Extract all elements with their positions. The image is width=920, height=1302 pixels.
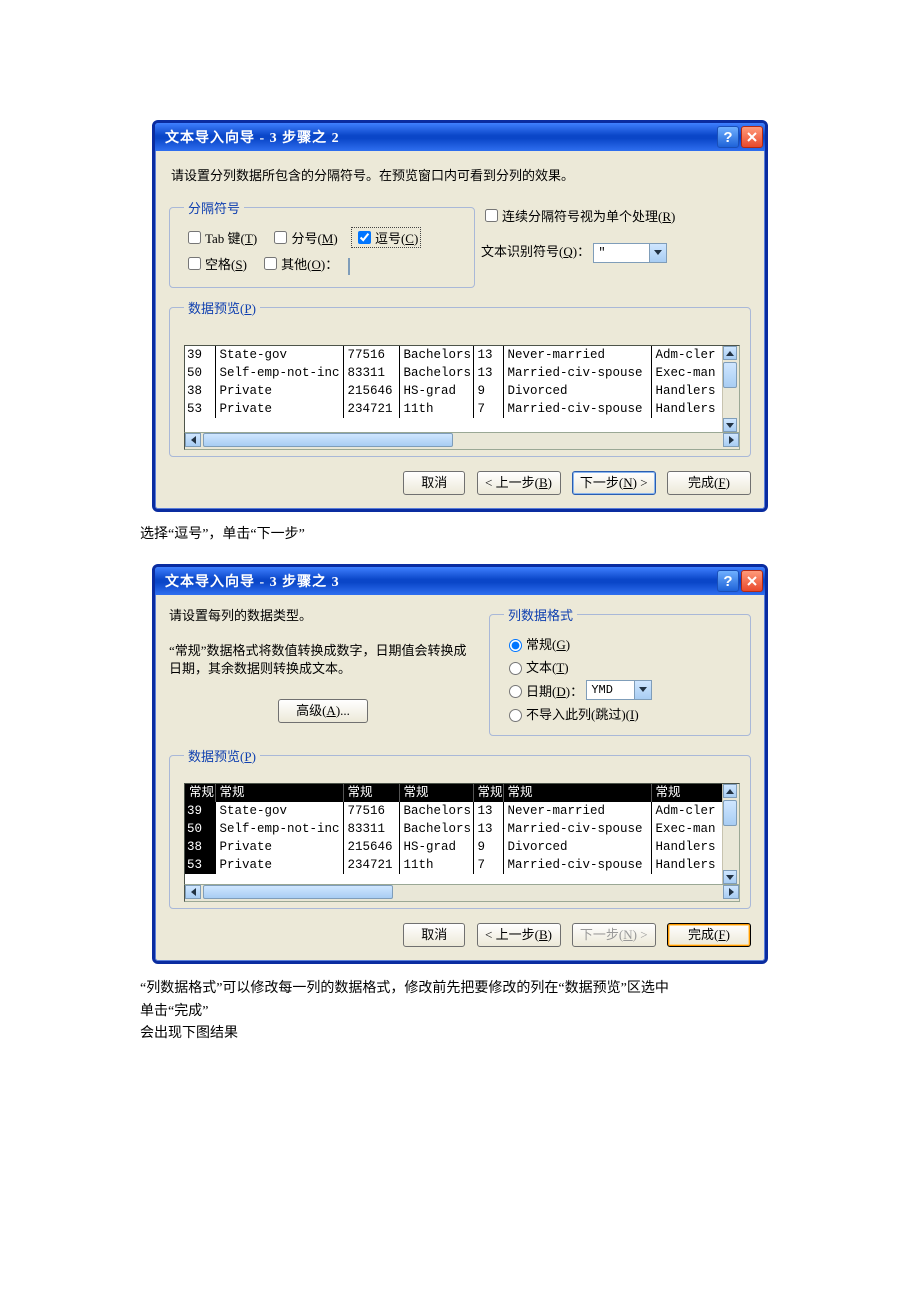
format-note: “常规”数据格式将数值转换成数字，日期值会转换成日期，其余数据则转换成文本。 xyxy=(169,642,469,677)
cancel-button[interactable]: 取消 xyxy=(403,923,465,947)
comma-checkbox[interactable]: 逗号(C) xyxy=(351,227,421,248)
scroll-thumb[interactable] xyxy=(723,362,737,388)
document-page: 文本导入向导 - 3 步骤之 2 ? 请设置分列数据所包含的分隔符号。在预览窗口… xyxy=(0,0,920,1302)
close-button[interactable] xyxy=(741,126,763,148)
skip-radio-input[interactable] xyxy=(509,709,522,722)
data-preview-step3[interactable]: 常规 常规 常规 常规 常规 常规 常规 39State-gov xyxy=(184,783,740,885)
finish-button[interactable]: 完成(F) xyxy=(667,923,751,947)
delimiters-group: 分隔符号 Tab 键(T) 分号(M) 逗号(C) xyxy=(169,198,475,288)
preview-group-step3: 数据预览(P) 常规 常规 常规 xyxy=(169,746,751,909)
column-format-legend: 列数据格式 xyxy=(504,605,577,624)
footer-caption: “列数据格式”可以修改每一列的数据格式，修改前先把要修改的列在“数据预览”区选中… xyxy=(140,978,780,1045)
scroll-thumb[interactable] xyxy=(723,800,737,826)
vertical-scrollbar[interactable] xyxy=(722,784,739,884)
title-text-step3: 文本导入向导 - 3 步骤之 3 xyxy=(165,571,715,591)
horizontal-scrollbar[interactable] xyxy=(184,433,740,450)
titlebar-step3: 文本导入向导 - 3 步骤之 3 ? xyxy=(155,567,765,595)
horizontal-scrollbar[interactable] xyxy=(184,885,740,902)
treat-consecutive-checkbox[interactable]: 连续分隔符号视为单个处理(R) xyxy=(481,206,675,225)
other-delim-input[interactable] xyxy=(348,258,350,275)
instruction-text: 请设置每列的数据类型。 xyxy=(169,605,469,624)
general-radio[interactable]: 常规(G) xyxy=(504,634,740,653)
table-row: 50Self-emp-not-inc 83311Bachelors 13Marr… xyxy=(185,364,739,382)
scroll-right-icon[interactable] xyxy=(723,885,739,899)
text-qualifier-row: 文本识别符号(Q)： " xyxy=(481,241,751,263)
wizard-step2-dialog: 文本导入向导 - 3 步骤之 2 ? 请设置分列数据所包含的分隔符号。在预览窗口… xyxy=(152,120,768,512)
preview-group-step2: 数据预览(P) 39State-gov 77516Bachelors xyxy=(169,298,751,457)
other-check-input[interactable] xyxy=(264,257,277,270)
button-row-step3: 取消 < 上一步(B) 下一步(N) > 完成(F) xyxy=(169,923,751,947)
date-format-combo[interactable]: YMD xyxy=(586,680,652,700)
scroll-up-icon[interactable] xyxy=(723,346,737,360)
general-radio-input[interactable] xyxy=(509,639,522,652)
preview-legend: 数据预览(P) xyxy=(184,746,260,765)
table-row: 39State-gov 77516Bachelors 13Never-marri… xyxy=(185,346,739,364)
scroll-thumb-h[interactable] xyxy=(203,885,393,899)
instruction-text: 请设置分列数据所包含的分隔符号。在预览窗口内可看到分列的效果。 xyxy=(171,165,749,184)
treat-consec-input[interactable] xyxy=(485,209,498,222)
comma-check-input[interactable] xyxy=(358,231,371,244)
scroll-right-icon[interactable] xyxy=(723,433,739,447)
semicolon-check-input[interactable] xyxy=(274,231,287,244)
text-qualifier-combo[interactable]: " xyxy=(593,243,667,263)
text-radio[interactable]: 文本(T) xyxy=(504,657,740,676)
preview-table: 39State-gov 77516Bachelors 13Never-marri… xyxy=(185,346,739,418)
close-button[interactable] xyxy=(741,570,763,592)
scroll-down-icon[interactable] xyxy=(723,870,737,884)
space-checkbox[interactable]: 空格(S) xyxy=(184,254,247,273)
scroll-down-icon[interactable] xyxy=(723,418,737,432)
chevron-down-icon xyxy=(654,250,662,255)
table-row: 39State-gov 77516Bachelors 13Never-marri… xyxy=(185,802,739,820)
table-row: 53Private 23472111th 7Married-civ-spouse… xyxy=(185,400,739,418)
footer-line3: 会出现下图结果 xyxy=(140,1023,780,1045)
tab-check-input[interactable] xyxy=(188,231,201,244)
finish-button[interactable]: 完成(F) xyxy=(667,471,751,495)
cancel-button[interactable]: 取消 xyxy=(403,471,465,495)
vertical-scrollbar[interactable] xyxy=(722,346,739,432)
table-header-row: 常规 常规 常规 常规 常规 常规 常规 xyxy=(185,784,739,802)
table-row: 38Private 215646HS-grad 9Divorced Handle… xyxy=(185,382,739,400)
delimiter-options: 连续分隔符号视为单个处理(R) 文本识别符号(Q)： " xyxy=(481,198,751,298)
title-text-step2: 文本导入向导 - 3 步骤之 2 xyxy=(165,127,715,147)
delimiters-legend: 分隔符号 xyxy=(184,198,244,217)
tab-checkbox[interactable]: Tab 键(T) xyxy=(184,228,257,247)
footer-line1: “列数据格式”可以修改每一列的数据格式，修改前先把要修改的列在“数据预览”区选中 xyxy=(140,978,780,1000)
chevron-down-icon xyxy=(639,687,647,692)
next-button[interactable]: 下一步(N) > xyxy=(572,471,656,495)
dialog-body: 请设置分列数据所包含的分隔符号。在预览窗口内可看到分列的效果。 分隔符号 Tab… xyxy=(155,151,765,509)
help-button[interactable]: ? xyxy=(717,570,739,592)
wizard-step3-dialog: 文本导入向导 - 3 步骤之 3 ? 请设置每列的数据类型。 “常规”数据格式将… xyxy=(152,564,768,964)
preview-table: 常规 常规 常规 常规 常规 常规 常规 39State-gov xyxy=(185,784,739,874)
skip-radio[interactable]: 不导入此列(跳过)(I) xyxy=(504,704,740,723)
date-radio-input[interactable] xyxy=(509,685,522,698)
semicolon-checkbox[interactable]: 分号(M) xyxy=(270,228,337,247)
help-button[interactable]: ? xyxy=(717,126,739,148)
table-row: 53Private 23472111th 7Married-civ-spouse… xyxy=(185,856,739,874)
back-button[interactable]: < 上一步(B) xyxy=(477,923,561,947)
scroll-left-icon[interactable] xyxy=(185,885,201,899)
scroll-thumb-h[interactable] xyxy=(203,433,453,447)
other-checkbox[interactable]: 其他(O)： xyxy=(260,254,338,273)
dialog-body: 请设置每列的数据类型。 “常规”数据格式将数值转换成数字，日期值会转换成日期，其… xyxy=(155,595,765,961)
advanced-button[interactable]: 高级(A)... xyxy=(278,699,368,723)
scroll-left-icon[interactable] xyxy=(185,433,201,447)
next-button-disabled: 下一步(N) > xyxy=(572,923,656,947)
table-row: 50Self-emp-not-inc 83311Bachelors 13Marr… xyxy=(185,820,739,838)
titlebar-step2: 文本导入向导 - 3 步骤之 2 ? xyxy=(155,123,765,151)
table-row: 38Private 215646HS-grad 9Divorced Handle… xyxy=(185,838,739,856)
footer-line2: 单击“完成” xyxy=(140,1001,780,1023)
left-panel: 请设置每列的数据类型。 “常规”数据格式将数值转换成数字，日期值会转换成日期，其… xyxy=(169,605,469,736)
space-check-input[interactable] xyxy=(188,257,201,270)
back-button[interactable]: < 上一步(B) xyxy=(477,471,561,495)
text-radio-input[interactable] xyxy=(509,662,522,675)
data-preview-step2[interactable]: 39State-gov 77516Bachelors 13Never-marri… xyxy=(184,345,740,433)
scroll-up-icon[interactable] xyxy=(723,784,737,798)
button-row-step2: 取消 < 上一步(B) 下一步(N) > 完成(F) xyxy=(169,471,751,495)
date-radio[interactable]: 日期(D)： YMD xyxy=(504,680,740,700)
caption-step2: 选择“逗号”，单击“下一步” xyxy=(140,524,780,546)
column-format-group: 列数据格式 常规(G) 文本(T) 日期(D)： YMD xyxy=(489,605,751,736)
preview-legend: 数据预览(P) xyxy=(184,298,260,317)
